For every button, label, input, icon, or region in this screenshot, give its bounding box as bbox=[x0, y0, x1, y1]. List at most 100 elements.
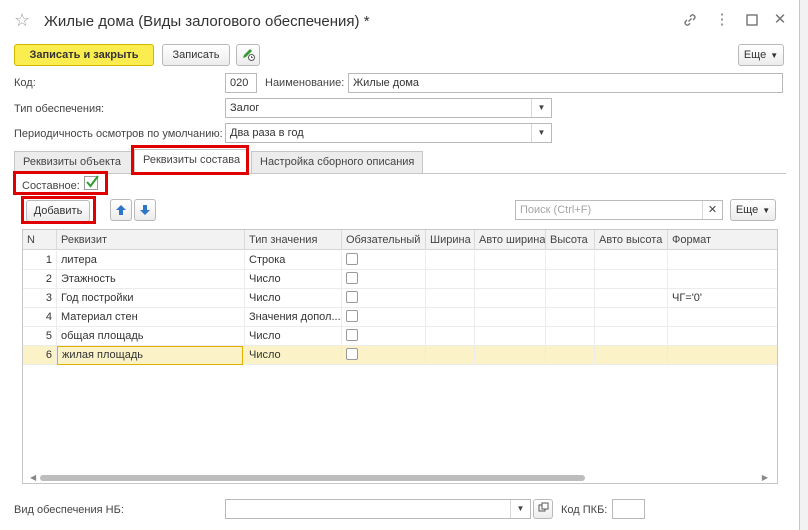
table-row[interactable]: 5 общая площадь Число bbox=[23, 327, 777, 346]
row-auto-height-cell[interactable] bbox=[595, 289, 668, 308]
table-row[interactable]: 4 Материал стен Значения допол... bbox=[23, 308, 777, 327]
edit-schedule-button[interactable] bbox=[236, 44, 260, 66]
row-format[interactable]: ЧГ='0' bbox=[668, 289, 777, 308]
clear-search-icon[interactable]: ✕ bbox=[702, 201, 722, 219]
column-header-auto-width[interactable]: Авто ширина bbox=[475, 230, 546, 250]
tab-composition-attributes[interactable]: Реквизиты состава bbox=[134, 149, 248, 173]
row-value-type[interactable]: Число bbox=[245, 346, 342, 365]
row-attribute[interactable]: литера bbox=[57, 251, 245, 270]
search-input[interactable]: Поиск (Ctrl+F) ✕ bbox=[515, 200, 723, 220]
grid-more-button[interactable]: Еще ▼ bbox=[730, 199, 776, 221]
table-row[interactable]: 3 Год постройки Число ЧГ='0' bbox=[23, 289, 777, 308]
row-auto-height-cell[interactable] bbox=[595, 251, 668, 270]
save-and-close-button[interactable]: Записать и закрыть bbox=[14, 44, 154, 66]
row-height-cell[interactable] bbox=[546, 346, 595, 365]
required-checkbox[interactable] bbox=[346, 253, 358, 265]
add-button[interactable]: Добавить bbox=[26, 200, 90, 222]
pkb-code-field[interactable] bbox=[612, 499, 645, 519]
required-checkbox[interactable] bbox=[346, 272, 358, 284]
column-header-width[interactable]: Ширина bbox=[426, 230, 475, 250]
table-row[interactable]: 2 Этажность Число bbox=[23, 270, 777, 289]
row-auto-width-cell[interactable] bbox=[475, 251, 546, 270]
inspection-period-select[interactable]: Два раза в год ▼ bbox=[225, 123, 552, 143]
row-value-type[interactable]: Строка bbox=[245, 251, 342, 270]
move-up-button[interactable] bbox=[110, 199, 132, 221]
column-header-auto-height[interactable]: Авто высота bbox=[595, 230, 668, 250]
required-checkbox[interactable] bbox=[346, 329, 358, 341]
required-checkbox[interactable] bbox=[346, 348, 358, 360]
close-icon[interactable]: ✕ bbox=[770, 10, 790, 30]
attributes-table[interactable]: N Реквизит Тип значения Обязательный Шир… bbox=[22, 229, 778, 484]
row-auto-height-cell[interactable] bbox=[595, 308, 668, 327]
column-header-attribute[interactable]: Реквизит bbox=[57, 230, 245, 250]
column-header-n[interactable]: N bbox=[23, 230, 57, 250]
save-button[interactable]: Записать bbox=[162, 44, 230, 66]
column-header-height[interactable]: Высота bbox=[546, 230, 595, 250]
required-checkbox[interactable] bbox=[346, 291, 358, 303]
scrollbar-thumb[interactable] bbox=[40, 475, 585, 481]
row-height-cell[interactable] bbox=[546, 289, 595, 308]
row-value-type[interactable]: Число bbox=[245, 327, 342, 346]
row-height-cell[interactable] bbox=[546, 308, 595, 327]
tab-object-attributes[interactable]: Реквизиты объекта bbox=[14, 151, 132, 173]
more-actions-icon[interactable]: ⋮ bbox=[712, 10, 732, 30]
row-height-cell[interactable] bbox=[546, 251, 595, 270]
composite-checkbox[interactable] bbox=[84, 175, 99, 190]
move-down-button[interactable] bbox=[134, 199, 156, 221]
column-header-required[interactable]: Обязательный bbox=[342, 230, 426, 250]
row-width-cell[interactable] bbox=[426, 308, 475, 327]
row-auto-width-cell[interactable] bbox=[475, 346, 546, 365]
inspection-period-label: Периодичность осмотров по умолчанию: bbox=[14, 128, 223, 140]
maximize-icon[interactable] bbox=[742, 10, 762, 30]
scroll-left-icon[interactable]: ◀ bbox=[30, 473, 36, 482]
open-nb-button[interactable] bbox=[533, 499, 553, 519]
row-height-cell[interactable] bbox=[546, 270, 595, 289]
favorite-star-icon[interactable]: ☆ bbox=[14, 10, 30, 31]
table-header: N Реквизит Тип значения Обязательный Шир… bbox=[23, 230, 777, 250]
row-auto-height-cell[interactable] bbox=[595, 346, 668, 365]
row-width-cell[interactable] bbox=[426, 289, 475, 308]
code-field[interactable]: 020 bbox=[225, 73, 257, 93]
row-width-cell[interactable] bbox=[426, 327, 475, 346]
row-attribute[interactable]: Год постройки bbox=[57, 289, 245, 308]
row-attribute[interactable]: общая площадь bbox=[57, 327, 245, 346]
dropdown-arrow-icon[interactable]: ▼ bbox=[510, 500, 530, 518]
row-width-cell[interactable] bbox=[426, 346, 475, 365]
required-checkbox[interactable] bbox=[346, 310, 358, 322]
dropdown-arrow-icon[interactable]: ▼ bbox=[531, 124, 551, 142]
name-field[interactable]: Жилые дома bbox=[348, 73, 783, 93]
horizontal-scrollbar[interactable]: ◀ ▶ bbox=[30, 473, 768, 482]
row-auto-height-cell[interactable] bbox=[595, 270, 668, 289]
nb-security-type-field[interactable]: ▼ bbox=[225, 499, 531, 519]
scroll-right-icon[interactable]: ▶ bbox=[762, 473, 768, 482]
row-number: 3 bbox=[23, 289, 57, 308]
row-format[interactable] bbox=[668, 270, 777, 289]
row-width-cell[interactable] bbox=[426, 251, 475, 270]
row-format[interactable] bbox=[668, 251, 777, 270]
tab-composite-description-settings[interactable]: Настройка сборного описания bbox=[251, 151, 423, 173]
row-auto-width-cell[interactable] bbox=[475, 327, 546, 346]
row-auto-width-cell[interactable] bbox=[475, 308, 546, 327]
column-header-format[interactable]: Формат bbox=[668, 230, 777, 250]
row-auto-height-cell[interactable] bbox=[595, 327, 668, 346]
row-attribute[interactable]: Этажность bbox=[57, 270, 245, 289]
table-row-selected[interactable]: 6 жилая площадь Число bbox=[23, 346, 777, 365]
row-width-cell[interactable] bbox=[426, 270, 475, 289]
security-type-select[interactable]: Залог ▼ bbox=[225, 98, 552, 118]
table-row[interactable]: 1 литера Строка bbox=[23, 251, 777, 270]
column-header-value-type[interactable]: Тип значения bbox=[245, 230, 342, 250]
link-icon[interactable] bbox=[680, 10, 700, 30]
row-format[interactable] bbox=[668, 308, 777, 327]
dropdown-arrow-icon[interactable]: ▼ bbox=[531, 99, 551, 117]
row-auto-width-cell[interactable] bbox=[475, 270, 546, 289]
row-height-cell[interactable] bbox=[546, 327, 595, 346]
row-value-type[interactable]: Число bbox=[245, 289, 342, 308]
row-format[interactable] bbox=[668, 327, 777, 346]
row-value-type[interactable]: Число bbox=[245, 270, 342, 289]
row-auto-width-cell[interactable] bbox=[475, 289, 546, 308]
more-button[interactable]: Еще ▼ bbox=[738, 44, 784, 66]
row-format[interactable] bbox=[668, 346, 777, 365]
row-attribute[interactable]: Материал стен bbox=[57, 308, 245, 327]
row-value-type[interactable]: Значения допол... bbox=[245, 308, 342, 327]
row-attribute[interactable]: жилая площадь bbox=[57, 346, 243, 365]
